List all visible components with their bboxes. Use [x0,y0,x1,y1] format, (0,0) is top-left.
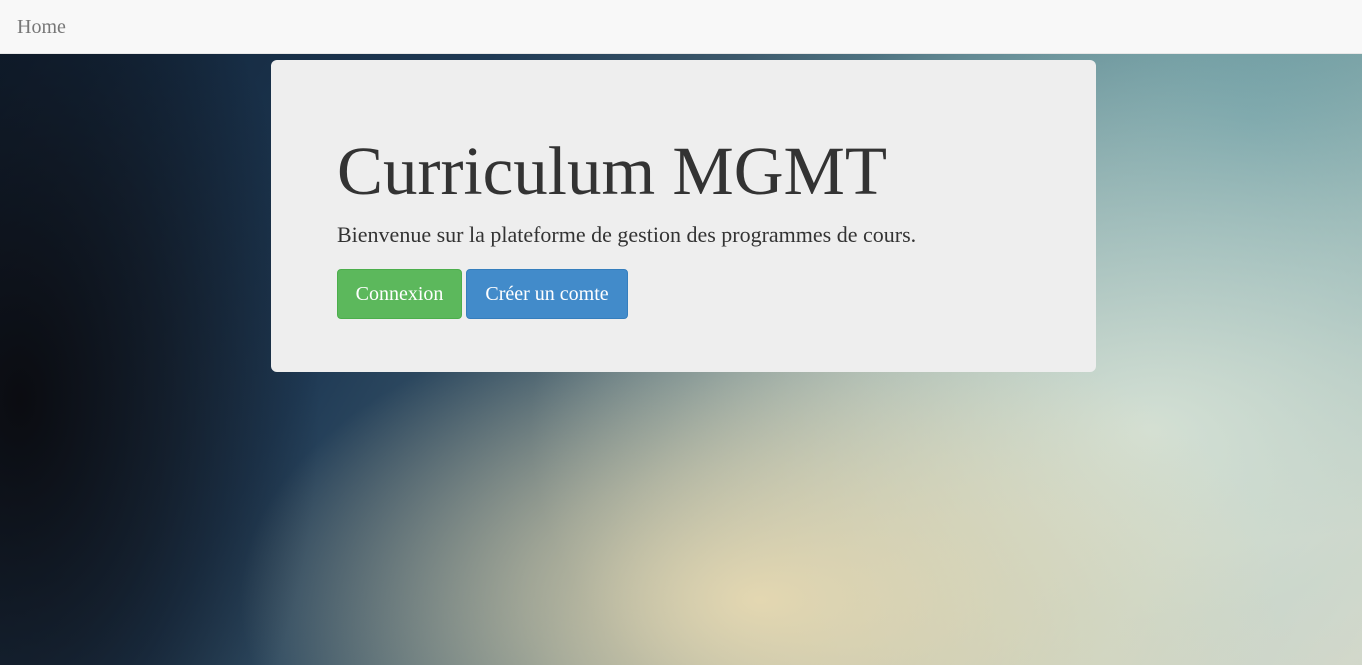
welcome-text: Bienvenue sur la plateforme de gestion d… [337,222,917,247]
register-button[interactable]: Créer un comte [466,269,628,319]
navbar: Home [0,0,1362,54]
page-title: Curriculum MGMT [337,133,888,209]
jumbotron: Curriculum MGMT Bienvenue sur la platefo… [271,60,1096,372]
login-button[interactable]: Connexion [337,269,462,319]
home-link[interactable]: Home [17,15,66,39]
